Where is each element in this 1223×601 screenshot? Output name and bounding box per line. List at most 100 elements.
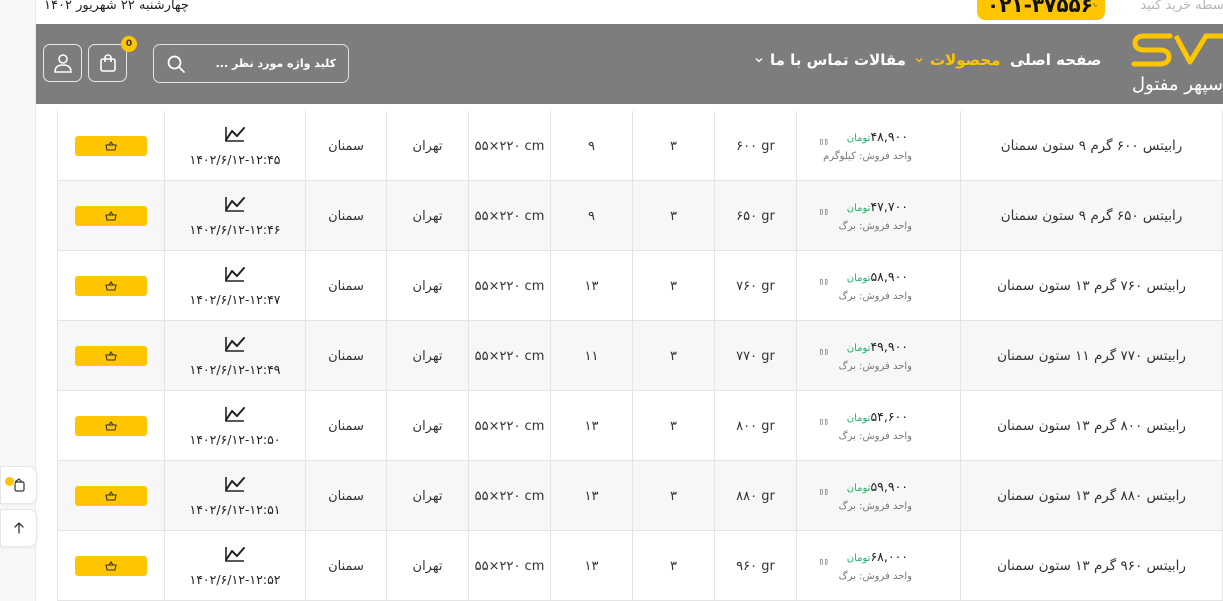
sale-unit: واحد فروش: برگ	[838, 571, 912, 582]
factory-cell: سمنان	[305, 531, 386, 601]
basket-icon	[105, 419, 117, 434]
price-value: ۴۹,۹۰۰	[870, 339, 908, 354]
user-account-button[interactable]	[43, 44, 82, 82]
weight-cell: ۶۰۰ gr	[714, 111, 796, 181]
update-date: ۱۴۰۲/۶/۱۲-۱۲:۴۷	[189, 291, 281, 307]
factory-cell: سمنان	[305, 321, 386, 391]
search-icon[interactable]	[166, 54, 186, 78]
price-chart-icon[interactable]	[225, 266, 245, 286]
price-block: ۴۹,۹۰۰تومان واحد فروش: برگ ▯▯	[797, 321, 960, 391]
chevron-down-icon	[755, 58, 763, 63]
current-date: چهارشنبه ۲۲ شهریور ۱۴۰۲	[44, 0, 189, 13]
cart-count-badge: 0	[121, 36, 137, 52]
nav-home-label: صفحه اصلی	[1010, 51, 1102, 69]
weight-cell: ۷۷۰ gr	[714, 321, 796, 391]
columns-cell: ۱۱	[550, 321, 632, 391]
city-cell: تهران	[386, 251, 468, 321]
dimensions-cell: ۵۵×۲۲۰ cm	[468, 391, 550, 461]
price-amount: ۴۸,۹۰۰تومان	[847, 129, 908, 144]
price-chart-icon[interactable]	[225, 196, 245, 216]
nav-products[interactable]: محصولات	[914, 51, 1001, 69]
city-cell: تهران	[386, 321, 468, 391]
price-chart-icon[interactable]	[225, 476, 245, 496]
add-to-cart-button[interactable]	[75, 276, 147, 296]
product-name-cell[interactable]: رابیتس ۷۷۰ گرم ۱۱ ستون سمنان	[960, 321, 1223, 391]
info-icon: ▯▯	[819, 207, 829, 216]
dimensions-cell: ۵۵×۲۲۰ cm	[468, 111, 550, 181]
product-name-cell[interactable]: رابیتس ۶۰۰ گرم ۹ ستون سمنان	[960, 111, 1223, 181]
search-input[interactable]	[196, 45, 336, 81]
price-chart-icon[interactable]	[225, 126, 245, 146]
nav-home[interactable]: صفحه اصلی	[1010, 51, 1101, 69]
add-to-cart-button[interactable]	[75, 206, 147, 226]
price-chart-icon[interactable]	[225, 546, 245, 566]
update-date: ۱۴۰۲/۶/۱۲-۱۲:۴۹	[189, 361, 281, 377]
product-name-cell[interactable]: رابیتس ۹۶۰ گرم ۱۳ ستون سمنان	[960, 531, 1223, 601]
add-to-cart-button[interactable]	[75, 486, 147, 506]
dimensions-cell: ۵۵×۲۲۰ cm	[468, 531, 550, 601]
product-name-cell[interactable]: رابیتس ۸۸۰ گرم ۱۳ ستون سمنان	[960, 461, 1223, 531]
city-cell: تهران	[386, 531, 468, 601]
columns-cell: ۹	[550, 111, 632, 181]
price-unit: تومان	[846, 203, 871, 214]
phone-icon	[1093, 3, 1097, 7]
price-history-cell: ۱۴۰۲/۶/۱۲-۱۲:۴۷	[164, 251, 305, 321]
price-cell: ۴۹,۹۰۰تومان واحد فروش: برگ ▯▯	[796, 321, 960, 391]
logo-mark-icon	[1131, 33, 1223, 67]
quantity-cell: ۳	[632, 251, 714, 321]
product-name-cell[interactable]: رابیتس ۷۶۰ گرم ۱۳ ستون سمنان	[960, 251, 1223, 321]
price-history-cell: ۱۴۰۲/۶/۱۲-۱۲:۵۱	[164, 461, 305, 531]
basket-icon	[105, 559, 117, 574]
add-to-cart-button[interactable]	[75, 416, 147, 436]
nav-articles-label: مقالات	[854, 51, 906, 69]
price-unit: تومان	[846, 273, 871, 284]
price-value: ۴۸,۹۰۰	[870, 129, 908, 144]
add-to-cart-button[interactable]	[75, 346, 147, 366]
price-cell: ۵۹,۹۰۰تومان واحد فروش: برگ ▯▯	[796, 461, 960, 531]
factory-cell: سمنان	[305, 181, 386, 251]
add-to-cart-button[interactable]	[75, 136, 147, 156]
city-cell: تهران	[386, 391, 468, 461]
site-logo[interactable]: سپهر مفتول	[1130, 30, 1223, 98]
basket-icon	[105, 489, 117, 504]
compare-button[interactable]	[0, 466, 37, 504]
phone-pill[interactable]: ۰۲۱-۳۷۵۵۶	[977, 0, 1105, 20]
table-row: ۱۴۰۲/۶/۱۲-۱۲:۵۱ سمنان تهران ۵۵×۲۲۰ cm ۱۳ ۳ ۸۸۰…	[57, 461, 1223, 531]
dimensions-cell: ۵۵×۲۲۰ cm	[468, 461, 550, 531]
update-date: ۱۴۰۲/۶/۱۲-۱۲:۵۱	[189, 501, 281, 517]
buy-cell	[57, 321, 164, 391]
columns-cell: ۱۳	[550, 531, 632, 601]
price-block: ۶۸,۰۰۰تومان واحد فروش: برگ ▯▯	[797, 531, 960, 601]
quantity-cell: ۳	[632, 181, 714, 251]
price-chart-icon[interactable]	[225, 406, 245, 426]
price-amount: ۶۸,۰۰۰تومان	[847, 549, 908, 564]
price-cell: ۴۸,۹۰۰تومان واحد فروش: کیلوگرم ▯▯	[796, 111, 960, 181]
price-cell: ۴۷,۷۰۰تومان واحد فروش: برگ ▯▯	[796, 181, 960, 251]
basket-icon	[105, 279, 117, 294]
price-block: ۵۹,۹۰۰تومان واحد فروش: برگ ▯▯	[797, 461, 960, 531]
columns-cell: ۱۳	[550, 251, 632, 321]
scroll-top-button[interactable]	[0, 509, 37, 547]
price-unit: تومان	[846, 413, 871, 424]
buy-cell	[57, 391, 164, 461]
city-cell: تهران	[386, 181, 468, 251]
price-value: ۶۸,۰۰۰	[870, 549, 908, 564]
nav-articles[interactable]: مقالات	[854, 51, 906, 69]
nav-contact[interactable]: تماس با ما	[754, 51, 849, 69]
product-name-cell[interactable]: رابیتس ۶۵۰ گرم ۹ ستون سمنان	[960, 181, 1223, 251]
price-history-cell: ۱۴۰۲/۶/۱۲-۱۲:۵۰	[164, 391, 305, 461]
buy-cell	[57, 251, 164, 321]
add-to-cart-button[interactable]	[75, 556, 147, 576]
price-amount: ۵۴,۶۰۰تومان	[847, 409, 908, 424]
price-value: ۵۸,۹۰۰	[870, 269, 908, 284]
city-cell: تهران	[386, 111, 468, 181]
price-amount: ۵۸,۹۰۰تومان	[847, 269, 908, 284]
product-name-cell[interactable]: رابیتس ۸۰۰ گرم ۱۳ ستون سمنان	[960, 391, 1223, 461]
factory-cell: سمنان	[305, 251, 386, 321]
price-block: ۵۸,۹۰۰تومان واحد فروش: برگ ▯▯	[797, 251, 960, 321]
price-chart-icon[interactable]	[225, 336, 245, 356]
cart-button[interactable]: 0	[88, 36, 137, 82]
page: چهارشنبه ۲۲ شهریور ۱۴۰۲ ۰۲۱-۳۷۵۵۶ بدون و…	[0, 0, 1223, 601]
price-cell: ۵۸,۹۰۰تومان واحد فروش: برگ ▯▯	[796, 251, 960, 321]
columns-cell: ۹	[550, 181, 632, 251]
